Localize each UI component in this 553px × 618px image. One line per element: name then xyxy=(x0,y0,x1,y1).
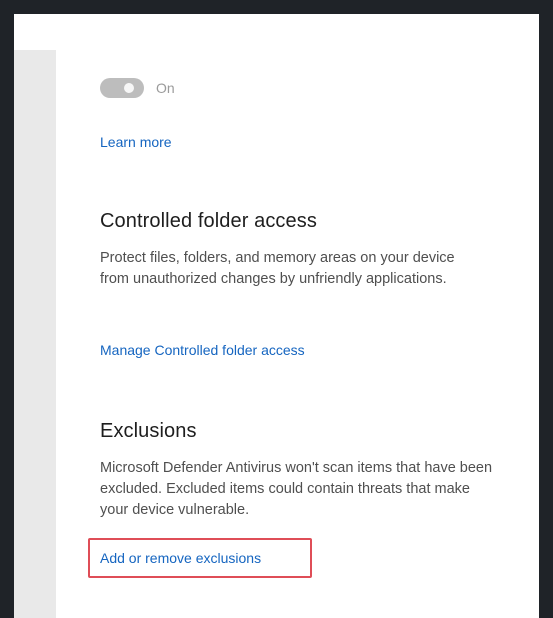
exclusions-title: Exclusions xyxy=(100,420,197,442)
add-or-remove-exclusions-highlight: Add or remove exclusions xyxy=(88,538,312,578)
learn-more-link[interactable]: Learn more xyxy=(100,134,172,150)
toggle-row: On xyxy=(100,78,175,98)
toggle-state-label: On xyxy=(156,80,175,96)
add-or-remove-exclusions-link[interactable]: Add or remove exclusions xyxy=(100,550,261,566)
defender-settings-window: On Learn more Controlled folder access P… xyxy=(14,14,539,618)
toggle-knob xyxy=(124,83,134,93)
exclusions-description: Microsoft Defender Antivirus won't scan … xyxy=(100,460,493,518)
settings-content: On Learn more Controlled folder access P… xyxy=(88,14,510,618)
setting-toggle[interactable] xyxy=(100,78,144,98)
left-navigation-pane xyxy=(14,50,56,618)
controlled-folder-access-title: Controlled folder access xyxy=(100,210,317,232)
manage-controlled-folder-access-link[interactable]: Manage Controlled folder access xyxy=(100,342,305,358)
controlled-folder-access-description: Protect files, folders, and memory areas… xyxy=(100,250,455,287)
